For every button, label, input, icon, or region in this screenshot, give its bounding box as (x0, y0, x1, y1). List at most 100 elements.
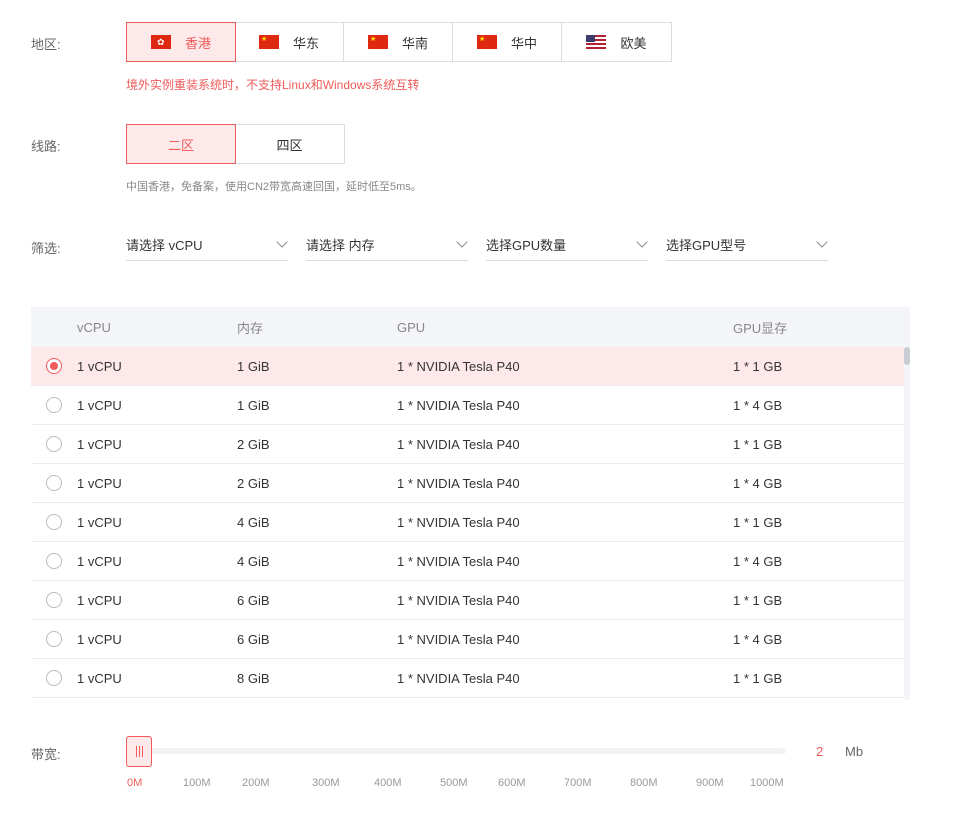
region-tab-label: 华东 (292, 35, 319, 51)
row-radio[interactable] (46, 436, 62, 452)
gpu-count-select[interactable]: 选择GPU数量 (486, 228, 648, 261)
filter-label: 筛选: (31, 241, 61, 256)
region-tab-europe-america[interactable]: 欧美 (562, 23, 671, 61)
table-row[interactable]: 1 vCPU 4 GiB 1 * NVIDIA Tesla P40 1 * 4 GB (31, 542, 910, 581)
gpu-count-select-placeholder: 选择GPU数量 (486, 237, 567, 253)
vcpu-select[interactable]: 请选择 vCPU (126, 228, 288, 261)
row-radio[interactable] (46, 514, 62, 530)
cell-gpu: 1 * NVIDIA Tesla P40 (397, 475, 520, 491)
table-row[interactable]: 1 vCPU 1 GiB 1 * NVIDIA Tesla P40 1 * 1 GB (31, 347, 910, 386)
cell-vcpu: 1 vCPU (77, 631, 122, 647)
line-description: 中国香港，免备案，使用CN2带宽高速回国，延时低至5ms。 (126, 181, 422, 193)
cell-vcpu: 1 vCPU (77, 358, 122, 374)
cell-gpu-memory: 1 * 1 GB (733, 436, 783, 452)
bandwidth-tick[interactable]: 200M (242, 777, 270, 789)
china-flag-icon (476, 35, 497, 49)
row-radio[interactable] (46, 631, 62, 647)
table-row[interactable]: 1 vCPU 4 GiB 1 * NVIDIA Tesla P40 1 * 1 GB (31, 503, 910, 542)
header-vcpu: vCPU (77, 319, 111, 335)
cell-vcpu: 1 vCPU (77, 475, 122, 491)
chevron-down-icon (816, 238, 828, 250)
bandwidth-unit: Mb (845, 744, 864, 759)
table-row[interactable]: 1 vCPU 6 GiB 1 * NVIDIA Tesla P40 1 * 1 GB (31, 581, 910, 620)
table-row[interactable]: 1 vCPU 6 GiB 1 * NVIDIA Tesla P40 1 * 4 GB (31, 620, 910, 659)
bandwidth-value: 2 (816, 744, 824, 759)
row-radio[interactable] (46, 475, 62, 491)
chevron-down-icon (456, 238, 468, 250)
table-header: vCPU 内存 GPU GPU显存 (31, 307, 910, 347)
cell-gpu-memory: 1 * 4 GB (733, 475, 783, 491)
table-row[interactable]: 1 vCPU 8 GiB 1 * NVIDIA Tesla P40 1 * 1 GB (31, 659, 910, 698)
scrollbar-thumb[interactable] (904, 347, 910, 365)
gpu-model-select-placeholder: 选择GPU型号 (666, 237, 747, 253)
table-row[interactable]: 1 vCPU 2 GiB 1 * NVIDIA Tesla P40 1 * 1 GB (31, 425, 910, 464)
bandwidth-tick[interactable]: 400M (374, 777, 402, 789)
cell-vcpu: 1 vCPU (77, 514, 122, 530)
table-body: 1 vCPU 1 GiB 1 * NVIDIA Tesla P40 1 * 1 GB 1… (31, 347, 910, 698)
bandwidth-tick[interactable]: 1000M (750, 777, 784, 789)
region-tab-east-china[interactable]: 华东 (235, 23, 344, 61)
gpu-model-select[interactable]: 选择GPU型号 (666, 228, 828, 261)
table-row[interactable]: 1 vCPU 1 GiB 1 * NVIDIA Tesla P40 1 * 4 GB (31, 386, 910, 425)
row-radio[interactable] (46, 592, 62, 608)
cell-gpu: 1 * NVIDIA Tesla P40 (397, 631, 520, 647)
cell-vcpu: 1 vCPU (77, 592, 122, 608)
bandwidth-tick[interactable]: 800M (630, 777, 658, 789)
cell-memory: 2 GiB (237, 436, 270, 452)
row-radio[interactable] (46, 670, 62, 686)
cell-memory: 1 GiB (237, 358, 270, 374)
line-tab-zone-4[interactable]: 四区 (235, 125, 344, 163)
grip-icon (138, 746, 140, 757)
region-tab-label: 欧美 (620, 35, 647, 51)
region-warning-text: 境外实例重装系统时，不支持Linux和Windows系统互转 (126, 78, 420, 92)
grip-icon (135, 746, 137, 757)
bandwidth-tick[interactable]: 100M (183, 777, 211, 789)
cell-memory: 4 GiB (237, 553, 270, 569)
memory-select[interactable]: 请选择 内存 (306, 228, 468, 261)
cell-vcpu: 1 vCPU (77, 436, 122, 452)
region-tab-group: 香港 华东 华南 华中 欧美 (126, 22, 672, 62)
cell-memory: 2 GiB (237, 475, 270, 491)
cell-gpu: 1 * NVIDIA Tesla P40 (397, 592, 520, 608)
hongkong-flag-icon (150, 35, 171, 49)
vcpu-select-placeholder: 请选择 vCPU (126, 237, 203, 253)
row-radio[interactable] (46, 397, 62, 413)
cell-gpu-memory: 1 * 4 GB (733, 631, 783, 647)
line-tab-group: 二区 四区 (126, 124, 345, 164)
line-label: 线路: (31, 139, 61, 154)
cell-gpu-memory: 1 * 1 GB (733, 514, 783, 530)
header-gpu: GPU (397, 319, 426, 335)
cell-gpu: 1 * NVIDIA Tesla P40 (397, 358, 520, 374)
region-tab-hongkong[interactable]: 香港 (126, 22, 236, 62)
cell-gpu-memory: 1 * 4 GB (733, 397, 783, 413)
row-radio[interactable] (46, 358, 62, 374)
chevron-down-icon (276, 238, 288, 250)
bandwidth-tick[interactable]: 900M (696, 777, 724, 789)
bandwidth-slider-track[interactable] (136, 748, 786, 754)
table-row[interactable]: 1 vCPU 2 GiB 1 * NVIDIA Tesla P40 1 * 4 GB (31, 464, 910, 503)
table-scrollbar[interactable] (904, 307, 910, 700)
bandwidth-tick[interactable]: 600M (498, 777, 526, 789)
bandwidth-slider-handle[interactable] (126, 736, 152, 767)
cell-vcpu: 1 vCPU (77, 670, 122, 686)
usa-flag-icon (586, 35, 607, 49)
cell-gpu: 1 * NVIDIA Tesla P40 (397, 514, 520, 530)
region-tab-south-china[interactable]: 华南 (344, 23, 453, 61)
bandwidth-label: 带宽: (31, 747, 61, 762)
region-tab-central-china[interactable]: 华中 (453, 23, 562, 61)
bandwidth-tick[interactable]: 500M (440, 777, 468, 789)
cell-gpu: 1 * NVIDIA Tesla P40 (397, 436, 520, 452)
line-tab-zone-2[interactable]: 二区 (126, 124, 236, 164)
instance-table: vCPU 内存 GPU GPU显存 1 vCPU 1 GiB 1 * NVIDIA … (31, 307, 910, 700)
cell-gpu-memory: 1 * 4 GB (733, 553, 783, 569)
row-radio[interactable] (46, 553, 62, 569)
cell-memory: 6 GiB (237, 631, 270, 647)
header-memory: 内存 (237, 320, 264, 336)
bandwidth-tick[interactable]: 700M (564, 777, 592, 789)
cell-gpu-memory: 1 * 1 GB (733, 670, 783, 686)
bandwidth-tick[interactable]: 300M (312, 777, 340, 789)
cell-vcpu: 1 vCPU (77, 397, 122, 413)
bandwidth-tick[interactable]: 0M (127, 777, 142, 789)
cell-gpu: 1 * NVIDIA Tesla P40 (397, 670, 520, 686)
chevron-down-icon (636, 238, 648, 250)
